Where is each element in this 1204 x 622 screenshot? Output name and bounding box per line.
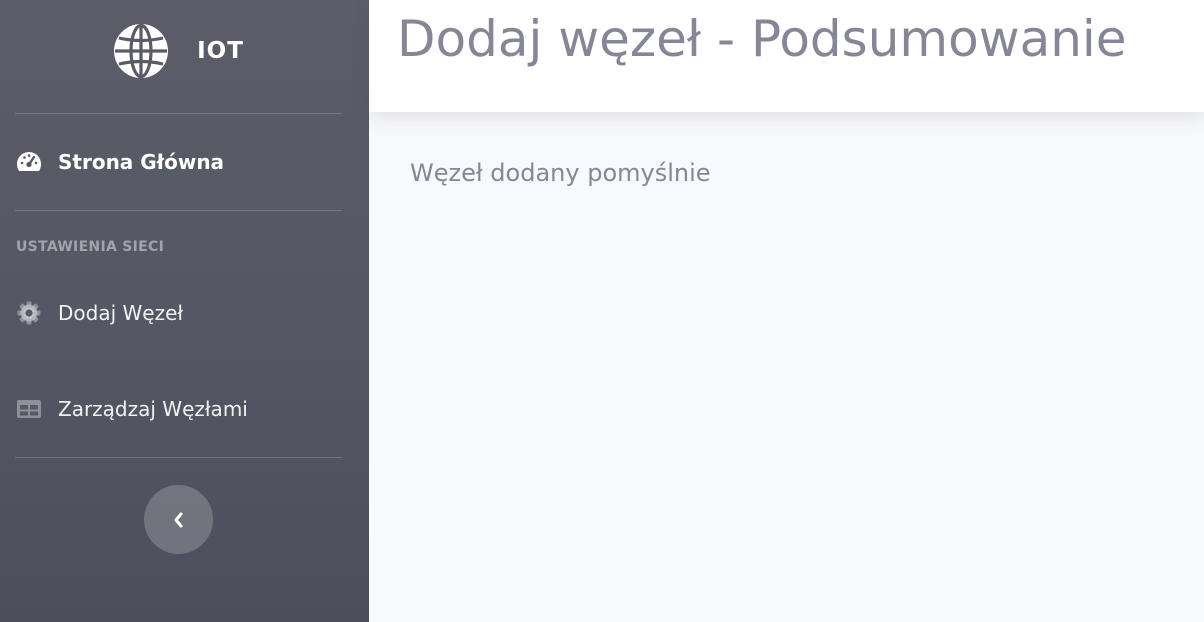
sidebar-toggle-button[interactable] xyxy=(144,485,213,554)
main-content: Węzeł dodany pomyślnie xyxy=(369,112,1204,622)
sidebar-item-label: Strona Główna xyxy=(58,150,225,174)
topbar: Dodaj węzeł - Podsumowanie xyxy=(369,0,1204,112)
sidebar-item-label: Dodaj Węzeł xyxy=(58,301,184,325)
sidebar-item-label: Zarządzaj Węzłami xyxy=(58,397,248,421)
page-title: Dodaj węzeł - Podsumowanie xyxy=(397,10,1127,68)
brand-link[interactable]: IOT xyxy=(0,0,357,102)
success-message: Węzeł dodany pomyślnie xyxy=(410,159,711,187)
sidebar-item-manage-nodes[interactable]: Zarządzaj Węzłami xyxy=(15,387,345,431)
brand-name: IOT xyxy=(197,38,244,64)
chevron-left-icon xyxy=(174,512,182,527)
globe-icon xyxy=(114,23,169,79)
sidebar: IOT Strona Główna USTAWIENIA SIECI Dodaj… xyxy=(0,0,369,622)
sidebar-section-heading: USTAWIENIA SIECI xyxy=(16,239,165,255)
cog-icon xyxy=(15,299,43,327)
sidebar-divider xyxy=(15,210,342,211)
table-icon xyxy=(15,395,43,423)
sidebar-item-home[interactable]: Strona Główna xyxy=(15,140,345,184)
tachometer-icon xyxy=(15,148,43,176)
sidebar-divider xyxy=(15,113,342,114)
sidebar-item-add-node[interactable]: Dodaj Węzeł xyxy=(15,291,345,335)
sidebar-divider xyxy=(15,457,342,458)
